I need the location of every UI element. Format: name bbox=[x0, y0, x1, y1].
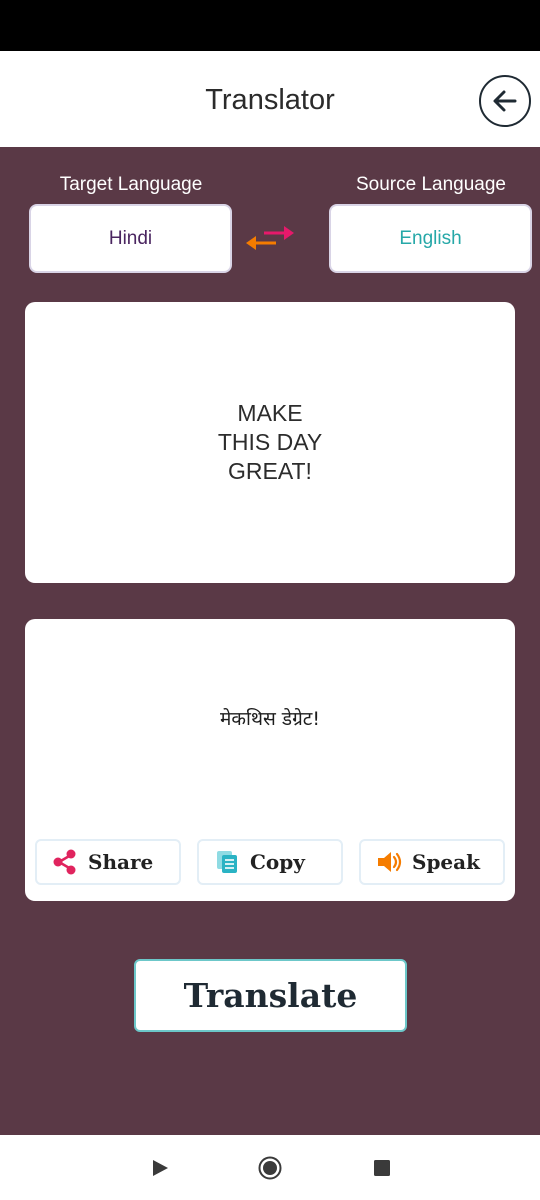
source-language-label: Source Language bbox=[355, 174, 506, 195]
status-bar bbox=[0, 0, 540, 51]
target-language-label: Target Language bbox=[59, 174, 203, 195]
speaker-icon bbox=[378, 852, 402, 872]
nav-back-button[interactable] bbox=[148, 1156, 172, 1180]
copy-label: Copy bbox=[250, 850, 305, 874]
translated-text: मेकथिस डेग्रेट! bbox=[220, 708, 320, 730]
nav-recents-button[interactable] bbox=[370, 1156, 394, 1180]
share-icon bbox=[53, 849, 76, 875]
nav-home-button[interactable] bbox=[258, 1156, 282, 1180]
swap-arrows-icon[interactable] bbox=[244, 225, 296, 251]
speak-button[interactable]: Speak bbox=[359, 839, 505, 885]
square-recents-icon bbox=[374, 1160, 390, 1176]
target-language-selector[interactable]: Hindi bbox=[29, 204, 232, 273]
target-language-value: Hindi bbox=[108, 227, 153, 249]
arrow-left-circle-icon bbox=[493, 90, 517, 112]
back-button[interactable] bbox=[479, 75, 531, 127]
input-text: MAKE THIS DAY GREAT! bbox=[217, 400, 329, 484]
translate-label: Translate bbox=[183, 976, 358, 1015]
source-language-selector[interactable]: English bbox=[329, 204, 532, 273]
circle-home-icon bbox=[258, 1156, 282, 1180]
triangle-back-icon bbox=[153, 1160, 168, 1176]
share-button[interactable]: Share bbox=[35, 839, 181, 885]
copy-button[interactable]: Copy bbox=[197, 839, 343, 885]
input-text-area[interactable]: MAKE THIS DAY GREAT! bbox=[25, 302, 515, 583]
speak-label: Speak bbox=[412, 850, 480, 874]
source-language-value: English bbox=[399, 227, 462, 249]
translate-button[interactable]: Translate bbox=[134, 959, 407, 1032]
share-label: Share bbox=[88, 850, 154, 874]
app-header: Translator bbox=[0, 51, 540, 147]
copy-icon bbox=[217, 851, 237, 873]
output-panel: मेकथिस डेग्रेट! Share Copy Speak bbox=[25, 619, 515, 901]
main-panel: Target Language Source Language Hindi En… bbox=[0, 147, 540, 1135]
page-title: Translator bbox=[205, 84, 335, 116]
system-navigation-bar bbox=[0, 1135, 540, 1200]
